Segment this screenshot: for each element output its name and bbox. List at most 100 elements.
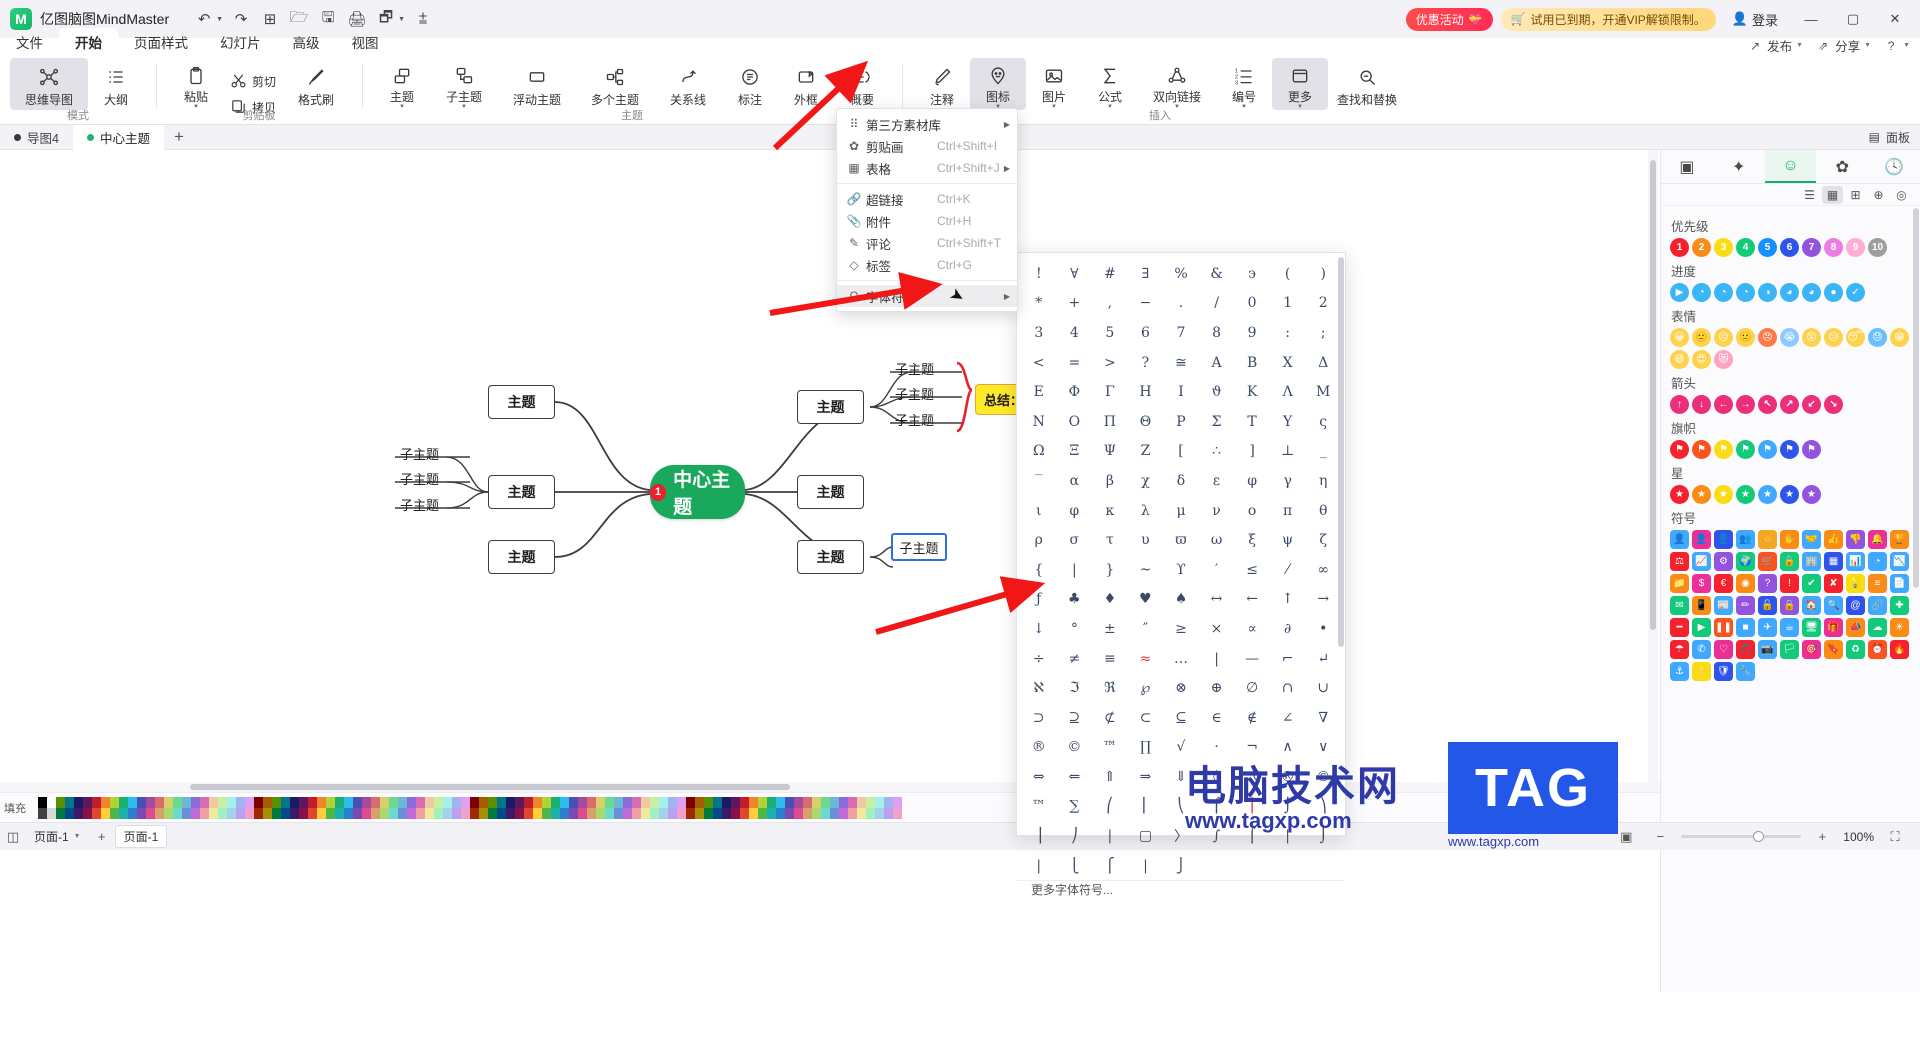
color-swatch[interactable] [425,796,434,808]
color-swatch[interactable] [128,807,137,819]
symbol-cell[interactable]: Λ [1270,377,1306,407]
symbol-cell[interactable]: χ [1128,466,1164,496]
color-swatch[interactable] [290,807,299,819]
color-swatch[interactable] [560,796,569,808]
symbol-cell[interactable]: | [1057,555,1093,585]
icon-swatch[interactable]: ♡ [1714,640,1733,659]
color-swatch[interactable] [497,796,506,808]
symbol-cell[interactable]: ƒ [1021,585,1057,615]
color-swatch[interactable] [119,807,128,819]
color-swatch[interactable] [560,807,569,819]
symbol-cell[interactable]: ⊄ [1092,703,1128,733]
icon-swatch[interactable]: ★ [1692,485,1711,504]
panel-toggle-button[interactable]: ▤ 面板 [1869,129,1920,146]
subtopic-left-1[interactable]: 子主题 [400,444,439,463]
color-swatch[interactable] [551,796,560,808]
color-swatch[interactable] [209,796,218,808]
symbol-cell[interactable]: 0 [1234,289,1270,319]
icon-swatch[interactable]: ← [1714,395,1733,414]
symbol-cell[interactable]: Ω [1021,437,1057,467]
symbol-cell[interactable]: ∝ [1234,614,1270,644]
symbol-cell[interactable]: ⎠ [1057,821,1093,851]
topic-node-left-2[interactable]: 主题 [488,475,555,509]
symbol-cell[interactable]: δ [1163,466,1199,496]
color-swatch[interactable] [533,807,542,819]
icon-swatch[interactable]: 📣 [1846,618,1865,637]
icon-swatch[interactable]: ◔ [1692,283,1711,302]
ribbon-button-粘贴[interactable]: 粘贴 ▼ [168,58,224,110]
page-tab-2[interactable]: 页面-1 [114,825,168,848]
symbol-cell[interactable]: Α [1199,348,1235,378]
symbol-cell[interactable]: α [1057,466,1093,496]
icon-swatch[interactable]: 👎 [1846,530,1865,549]
color-swatch[interactable] [821,807,830,819]
menu-item-第三方素材库[interactable]: ⠿ 第三方素材库 ▶ [837,113,1017,135]
color-swatch[interactable] [254,796,263,808]
tab-layout[interactable]: ▣ [1661,150,1713,183]
symbol-cell[interactable]: Ζ [1128,437,1164,467]
color-swatch[interactable] [434,807,443,819]
color-swatch[interactable] [677,807,686,819]
color-swatch[interactable] [353,807,362,819]
color-swatch[interactable] [884,807,893,819]
icon-swatch[interactable]: ◕ [1780,283,1799,302]
color-swatch[interactable] [731,796,740,808]
icon-swatch[interactable]: 📄 [1890,574,1909,593]
symbol-cell[interactable]: λ [1128,496,1164,526]
symbol-cell[interactable]: Β [1234,348,1270,378]
zoom-slider-knob[interactable] [1753,831,1765,842]
tab-style[interactable]: ✿ [1816,150,1868,183]
symbol-cell[interactable]: ⊆ [1163,703,1199,733]
preview-icon[interactable]: ◎ [1891,186,1912,204]
icon-swatch[interactable]: ✆ [1692,640,1711,659]
symbol-cell[interactable]: Ο [1057,407,1093,437]
symbol-cell[interactable]: ∂ [1270,614,1306,644]
color-swatch[interactable] [785,796,794,808]
color-swatch[interactable] [407,807,416,819]
ribbon-button-图标[interactable]: 图标 ▼ [970,58,1027,110]
topic-node-left-3[interactable]: 主题 [488,540,555,574]
color-swatch[interactable] [659,807,668,819]
color-swatch[interactable] [56,796,65,808]
icon-swatch[interactable]: 3 [1714,238,1733,257]
mindmap-canvas[interactable]: 1 中心主题 主题 主题 主题 主题 主题 主题 子主题 子主题 子主题 子主题… [0,150,1660,810]
icon-swatch[interactable]: 📷 [1758,640,1777,659]
icon-swatch[interactable]: 🏆 [1890,530,1909,549]
color-swatch[interactable] [416,807,425,819]
color-swatch[interactable] [326,807,335,819]
symbol-cell[interactable]: Θ [1128,407,1164,437]
icon-swatch[interactable]: $ [1692,574,1711,593]
color-swatch[interactable] [704,796,713,808]
close-button[interactable]: ✕ [1878,4,1912,34]
symbol-cell[interactable]: ℜ [1092,673,1128,703]
color-swatch[interactable] [587,796,596,808]
icon-swatch[interactable]: ★ [1802,485,1821,504]
color-swatch[interactable] [407,796,416,808]
color-swatch[interactable] [83,807,92,819]
icon-swatch[interactable]: 😭 [1780,328,1799,347]
color-swatch[interactable] [146,807,155,819]
icon-swatch[interactable]: ■ [1736,618,1755,637]
symbol-cell[interactable]: ⎧ [1092,851,1128,881]
symbol-cell[interactable]: ⇔ [1021,762,1057,792]
ribbon-button-剪切[interactable]: 剪切 [224,69,282,95]
icon-swatch[interactable]: 🏠 [1802,596,1821,615]
menu-tab-幻灯片[interactable]: 幻灯片 [204,28,277,58]
color-swatch[interactable] [299,807,308,819]
icon-swatch[interactable]: 📰 [1714,596,1733,615]
color-swatch[interactable] [317,796,326,808]
color-swatch[interactable] [866,807,875,819]
color-swatch[interactable] [506,796,515,808]
symbol-cell[interactable]: ⇐ [1057,762,1093,792]
symbol-cell[interactable]: ζ [1305,525,1341,555]
icon-swatch[interactable]: 🔒 [1780,596,1799,615]
color-swatch[interactable] [461,807,470,819]
icon-swatch[interactable]: 10 [1868,238,1887,257]
symbol-cell[interactable]: | [1021,851,1057,881]
color-swatch[interactable] [452,807,461,819]
symbol-cell[interactable]: : [1270,318,1306,348]
color-swatch[interactable] [65,807,74,819]
symbol-cell[interactable]: ≅ [1163,348,1199,378]
minimize-button[interactable]: — [1794,4,1828,34]
icon-swatch[interactable]: ! [1780,574,1799,593]
